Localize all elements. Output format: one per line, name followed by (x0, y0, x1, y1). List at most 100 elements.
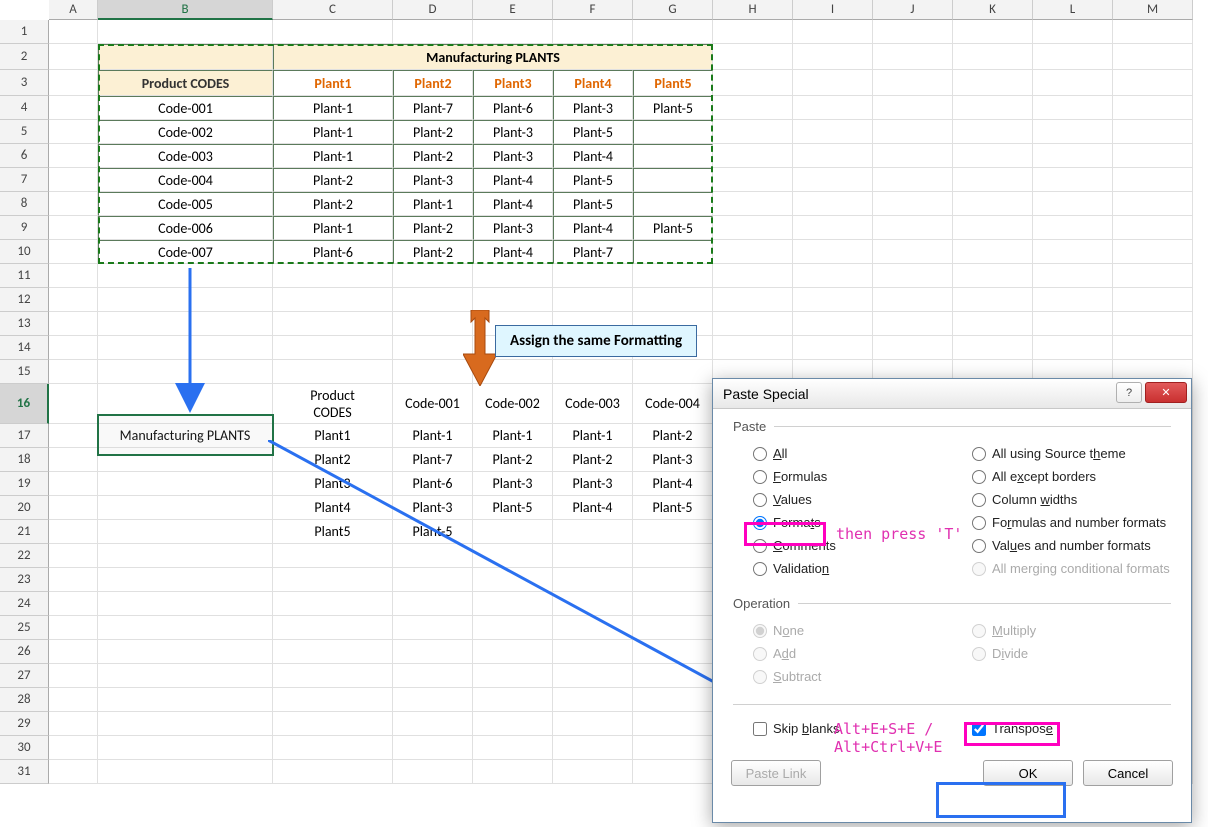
row-2[interactable]: 2 (0, 44, 49, 70)
cell[interactable] (273, 712, 393, 736)
cell[interactable]: Plant-4 (553, 144, 633, 168)
cell[interactable] (1113, 144, 1193, 168)
cell[interactable] (633, 264, 713, 288)
cell[interactable] (953, 20, 1033, 44)
cell[interactable] (873, 216, 953, 240)
cell[interactable]: Plant-2 (393, 120, 473, 144)
cell[interactable] (273, 616, 393, 640)
cell[interactable]: Plant-3 (553, 96, 633, 120)
cell[interactable] (873, 264, 953, 288)
cell[interactable]: Plant-1 (553, 424, 633, 448)
cell[interactable] (1033, 216, 1113, 240)
cell[interactable]: ProductCODES (273, 384, 393, 424)
cell[interactable]: Plant-4 (553, 216, 633, 240)
cell[interactable]: Plant-2 (393, 240, 473, 264)
cell[interactable]: Plant-5 (633, 216, 713, 240)
cell[interactable] (1113, 216, 1193, 240)
cell[interactable] (49, 472, 98, 496)
col-m[interactable]: M (1113, 0, 1193, 20)
cell[interactable] (793, 70, 873, 96)
cell[interactable] (49, 688, 98, 712)
cell[interactable] (273, 592, 393, 616)
cell[interactable] (793, 336, 873, 360)
cell[interactable] (953, 192, 1033, 216)
cell[interactable] (273, 312, 393, 336)
cell[interactable] (49, 568, 98, 592)
row-16[interactable]: 16 (0, 384, 49, 424)
cell[interactable] (953, 216, 1033, 240)
cell[interactable]: Plant4 (553, 70, 633, 96)
cell[interactable]: Plant-4 (553, 496, 633, 520)
cell[interactable] (49, 640, 98, 664)
row-11[interactable]: 11 (0, 264, 49, 288)
cell[interactable]: Code-001 (98, 96, 273, 120)
row-20[interactable]: 20 (0, 496, 49, 520)
cell[interactable] (873, 192, 953, 216)
cell[interactable] (473, 520, 553, 544)
cell[interactable]: Plant-1 (273, 120, 393, 144)
cell[interactable]: Plant1 (273, 70, 393, 96)
cell[interactable] (1113, 312, 1193, 336)
cell[interactable] (1033, 20, 1113, 44)
cell[interactable] (633, 168, 713, 192)
cell[interactable] (393, 20, 473, 44)
cell[interactable] (553, 520, 633, 544)
ok-button[interactable]: OK (983, 760, 1073, 786)
cell[interactable] (393, 688, 473, 712)
cell[interactable] (49, 496, 98, 520)
cell[interactable] (49, 360, 98, 384)
cell[interactable] (393, 616, 473, 640)
cell[interactable]: Plant2 (273, 448, 393, 472)
cell[interactable]: Code-004 (98, 168, 273, 192)
cell[interactable] (473, 360, 553, 384)
cell[interactable]: Code-007 (98, 240, 273, 264)
row-28[interactable]: 28 (0, 688, 49, 712)
cell[interactable]: Plant1 (273, 424, 393, 448)
row-10[interactable]: 10 (0, 240, 49, 264)
cell[interactable]: Plant-5 (553, 120, 633, 144)
cell[interactable] (393, 360, 473, 384)
row-14[interactable]: 14 (0, 336, 49, 360)
col-g[interactable]: G (633, 0, 713, 20)
cell[interactable]: Plant-2 (553, 448, 633, 472)
cell[interactable] (393, 544, 473, 568)
cell[interactable]: Plant-3 (553, 472, 633, 496)
cell[interactable] (633, 120, 713, 144)
cell[interactable]: Plant4 (273, 496, 393, 520)
cell[interactable] (273, 688, 393, 712)
cell[interactable] (793, 264, 873, 288)
cell[interactable] (98, 520, 273, 544)
cell[interactable] (633, 664, 713, 688)
cell[interactable]: Plant-6 (473, 96, 553, 120)
cell[interactable]: Code-005 (98, 192, 273, 216)
row-6[interactable]: 6 (0, 144, 49, 168)
cell[interactable] (49, 616, 98, 640)
cell[interactable] (98, 592, 273, 616)
cell[interactable]: Code-002 (473, 384, 553, 424)
cell[interactable] (273, 544, 393, 568)
cell[interactable] (393, 592, 473, 616)
cell[interactable] (873, 336, 953, 360)
cell[interactable] (49, 144, 98, 168)
cell[interactable] (98, 336, 273, 360)
radio-formulas-numfmt[interactable]: Formulas and number formats (952, 511, 1171, 534)
col-a[interactable]: A (49, 0, 98, 20)
cell[interactable]: Plant-4 (473, 240, 553, 264)
cell[interactable] (98, 664, 273, 688)
cell[interactable] (273, 664, 393, 688)
cell[interactable]: Plant-2 (393, 144, 473, 168)
cell[interactable] (49, 312, 98, 336)
cell[interactable] (953, 44, 1033, 70)
cell[interactable] (49, 120, 98, 144)
cell[interactable] (633, 144, 713, 168)
cell[interactable] (633, 360, 713, 384)
cell[interactable] (713, 240, 793, 264)
cell[interactable] (273, 568, 393, 592)
cell[interactable] (713, 312, 793, 336)
cell[interactable]: Plant-2 (473, 448, 553, 472)
cell[interactable] (473, 544, 553, 568)
radio-values[interactable]: Values (733, 488, 952, 511)
cell[interactable] (1113, 20, 1193, 44)
cell[interactable] (873, 168, 953, 192)
cell[interactable]: Plant-3 (473, 120, 553, 144)
